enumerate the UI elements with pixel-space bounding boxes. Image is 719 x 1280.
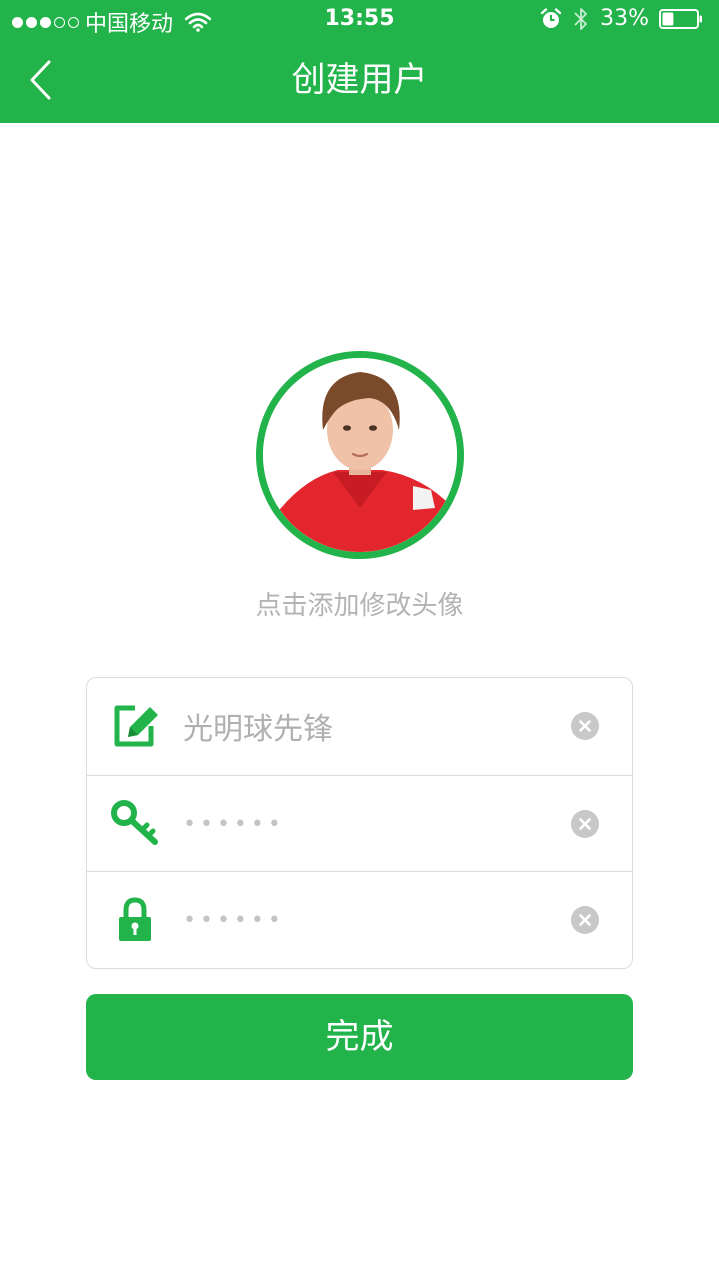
avatar-photo (263, 358, 457, 552)
password-input[interactable] (183, 800, 553, 848)
clear-confirm-password-button[interactable] (571, 906, 599, 934)
password-row (87, 775, 632, 872)
status-right: 33% (540, 6, 703, 31)
confirm-password-row (87, 871, 632, 968)
done-button[interactable]: 完成 (86, 994, 633, 1080)
status-bar: 中国移动 13:55 33% (0, 0, 719, 40)
clear-circle-icon (579, 818, 591, 830)
alarm-clock-icon (540, 7, 562, 28)
app-header: 中国移动 13:55 33% 创建用户 (0, 0, 719, 123)
battery-percentage: 33% (600, 6, 649, 31)
edit-icon (114, 705, 158, 747)
bluetooth-icon (574, 7, 587, 30)
avatar-caption[interactable]: 点击添加修改头像 (0, 586, 719, 626)
lock-icon (119, 897, 151, 941)
confirm-password-input[interactable] (183, 896, 553, 944)
user-form (86, 677, 633, 969)
avatar-button[interactable] (256, 351, 464, 559)
key-icon (111, 800, 158, 845)
clear-circle-icon (579, 720, 591, 732)
clear-password-button[interactable] (571, 810, 599, 838)
clear-circle-icon (579, 914, 591, 926)
page-title: 创建用户 (291, 60, 428, 100)
battery-icon (659, 8, 702, 29)
username-row (87, 678, 632, 774)
username-input[interactable] (183, 702, 553, 750)
clear-username-button[interactable] (571, 712, 599, 740)
